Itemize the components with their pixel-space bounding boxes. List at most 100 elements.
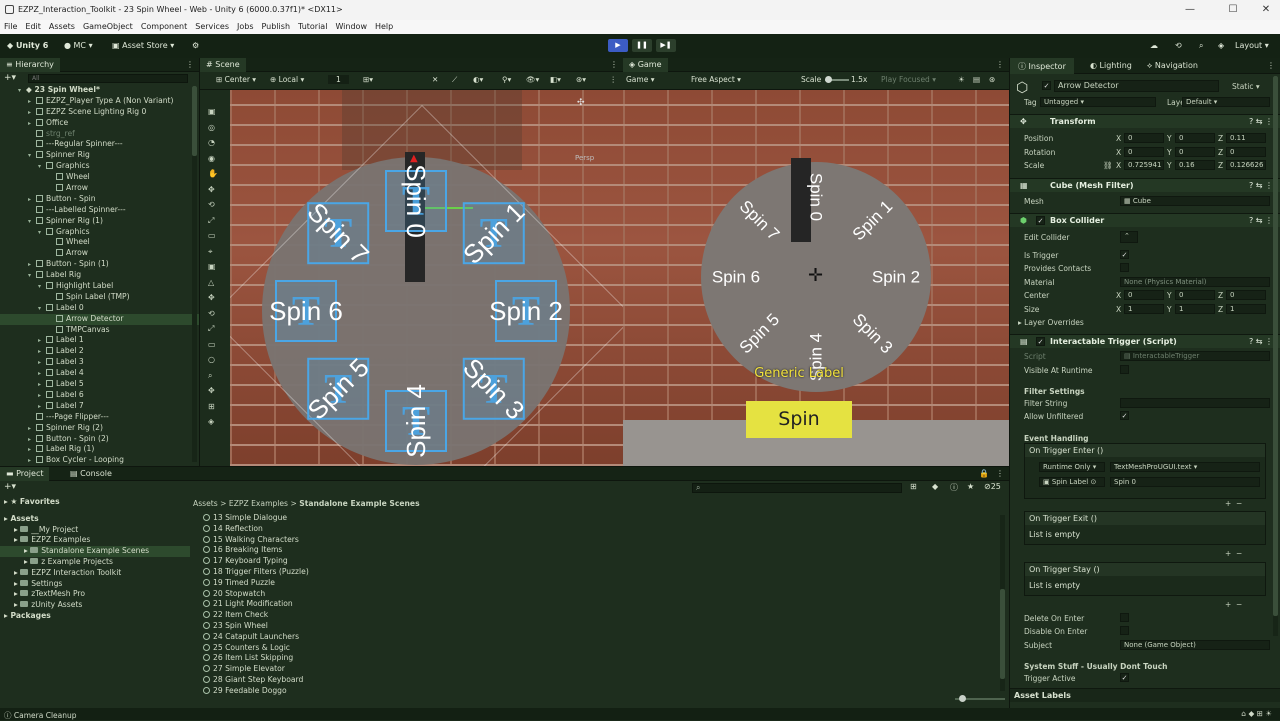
layers-icon[interactable]: ◈ <box>1218 41 1224 50</box>
transform-tools[interactable]: ▣ ◎ ◔ ◉ ✋ ✥ ⟲ ⤢ ▭ ⌖ ▣ △ ✥ ⟲ ⤢ ▭ ○ ⌕ ✥ ⊞ ◈ <box>208 104 218 430</box>
pause-button[interactable]: ❚❚ <box>632 39 652 52</box>
position-z-field[interactable]: 0.11 <box>1226 133 1266 143</box>
hierarchy-item[interactable]: ---Page Flipper--- <box>0 412 199 423</box>
folder-item[interactable]: ▸ zTextMesh Pro <box>0 589 190 600</box>
link-icon[interactable]: ⛓ <box>1103 161 1113 170</box>
scale-x-field[interactable]: 0.725941 <box>1124 160 1164 170</box>
unity-account-button[interactable]: ◆ Unity 6 <box>7 41 48 50</box>
size-z-field[interactable]: 1 <box>1226 304 1266 314</box>
more-icon[interactable]: ⋮ <box>186 60 194 69</box>
asset-labels-bar[interactable]: Asset Labels <box>1010 688 1280 702</box>
filter-string-input[interactable] <box>1120 398 1270 408</box>
interactable-trigger-header[interactable]: ▤ ✓ Interactable Trigger (Script)? ⇆ ⋮ <box>1010 334 1280 348</box>
menu-file[interactable]: File <box>0 20 21 33</box>
hierarchy-item[interactable]: ▾ Graphics <box>0 161 199 172</box>
account-button[interactable]: ● MC ▾ <box>64 41 93 50</box>
component-menu-icon[interactable]: ? ⇆ ⋮ <box>1249 216 1273 225</box>
scene-root[interactable]: ▾ ◆ 23 Spin Wheel* <box>0 85 199 96</box>
more-icon[interactable]: ⋮ <box>1267 61 1275 70</box>
effects-icon[interactable]: ◧▾ <box>550 75 561 84</box>
more-icon[interactable]: ⋮ <box>610 60 618 69</box>
hierarchy-item[interactable]: Arrow <box>0 248 199 259</box>
hierarchy-item[interactable]: ▾ Spinner Rig (1) <box>0 216 199 227</box>
folder-item[interactable]: ▸ EZPZ Examples <box>0 535 190 546</box>
scene-file-item[interactable]: 26 Item List Skipping <box>203 653 993 664</box>
more-icon[interactable]: ⋮ <box>996 60 1004 69</box>
allow-unfiltered-checkbox[interactable]: ✓ <box>1120 411 1129 420</box>
add-event-button[interactable]: + − <box>1225 600 1242 609</box>
scale-z-field[interactable]: 0.126626 <box>1226 160 1266 170</box>
active-checkbox[interactable]: ✓ <box>1042 81 1051 90</box>
spin-button[interactable]: Spin <box>746 401 852 438</box>
hierarchy-search-input[interactable] <box>28 74 188 83</box>
hierarchy-item[interactable]: ▸ EZPZ Scene Lighting Rig 0 <box>0 107 199 118</box>
gizmos-icon[interactable]: ⊛ <box>989 75 995 84</box>
pivot-dropdown[interactable]: ⊞ Center ▾ <box>216 75 256 84</box>
inspector-scrollbar[interactable] <box>1273 76 1278 636</box>
static-dropdown[interactable]: Static ▾ <box>1232 82 1260 91</box>
scene-file-item[interactable]: 25 Counters & Logic <box>203 643 993 654</box>
hierarchy-item[interactable]: strg_ref <box>0 129 199 140</box>
menu-gameobject[interactable]: GameObject <box>79 20 137 33</box>
hierarchy-item[interactable]: ▸ Button - Spin (1) <box>0 259 199 270</box>
box-collider-enabled-checkbox[interactable]: ✓ <box>1036 216 1045 225</box>
audio-icon[interactable]: ☀ <box>958 75 965 84</box>
is-trigger-checkbox[interactable]: ✓ <box>1120 250 1129 259</box>
material-field[interactable]: None (Physics Material) <box>1120 277 1270 287</box>
size-y-field[interactable]: 1 <box>1175 304 1215 314</box>
transform-header[interactable]: ✥ Transform? ⇆ ⋮ <box>1010 114 1280 128</box>
hierarchy-item[interactable]: Wheel <box>0 237 199 248</box>
info-icon[interactable]: ⓘ <box>950 482 958 493</box>
center-x-field[interactable]: 0 <box>1124 290 1164 300</box>
scene-file-item[interactable]: 17 Keyboard Typing <box>203 556 993 567</box>
hierarchy-item[interactable]: ▾ Graphics <box>0 227 199 238</box>
mesh-filter-header[interactable]: ▦ Cube (Mesh Filter)? ⇆ ⋮ <box>1010 178 1280 192</box>
trigger-active-checkbox[interactable]: ✓ <box>1120 673 1129 682</box>
edit-collider-button[interactable]: ⌃ <box>1120 231 1138 243</box>
scene-file-item[interactable]: 19 Timed Puzzle <box>203 578 993 589</box>
menu-services[interactable]: Services <box>191 20 233 33</box>
breadcrumb-current[interactable]: Standalone Example Scenes <box>299 499 419 508</box>
delete-on-enter-checkbox[interactable] <box>1120 613 1129 622</box>
object-name-field[interactable]: Arrow Detector <box>1054 80 1219 92</box>
scene-file-item[interactable]: 15 Walking Characters <box>203 535 993 546</box>
menu-jobs[interactable]: Jobs <box>233 20 258 33</box>
rotation-z-field[interactable]: 0 <box>1226 147 1266 157</box>
lock-icon[interactable]: 🔒 <box>979 469 989 478</box>
menu-tutorial[interactable]: Tutorial <box>294 20 331 33</box>
gizmos-icon[interactable]: ⊛▾ <box>576 75 586 84</box>
hidden-count[interactable]: ⊘25 <box>984 482 1001 491</box>
scene-file-item[interactable]: 18 Trigger Filters (Puzzle) <box>203 567 993 578</box>
component-menu-icon[interactable]: ? ⇆ ⋮ <box>1249 117 1273 126</box>
scene-file-item[interactable]: 20 Stopwatch <box>203 589 993 600</box>
hierarchy-item[interactable]: TMPCanvas <box>0 325 199 336</box>
status-icons[interactable]: ⌂ ◆ ⊞ ☀ <box>1241 709 1272 718</box>
scene-file-item[interactable]: 24 Catapult Launchers <box>203 632 993 643</box>
step-button[interactable]: ▶❚ <box>656 39 676 52</box>
tab-project[interactable]: ▬ Project <box>0 467 50 481</box>
hierarchy-item[interactable]: ▸ Label 1 <box>0 335 199 346</box>
folder-item[interactable]: ▸ zUnity Assets <box>0 600 190 611</box>
history-icon[interactable]: ⟲ <box>1175 41 1182 50</box>
more-icon[interactable]: ⋮ <box>610 75 618 84</box>
folder-item[interactable]: ▸ Standalone Example Scenes <box>0 546 190 557</box>
scene-file-item[interactable]: 22 Item Check <box>203 610 993 621</box>
menu-component[interactable]: Component <box>137 20 191 33</box>
hierarchy-item[interactable]: ---Regular Spinner--- <box>0 139 199 150</box>
layer-dropdown[interactable]: Default ▾ <box>1182 97 1270 107</box>
scene-file-item[interactable]: 28 Giant Step Keyboard <box>203 675 993 686</box>
hierarchy-item[interactable]: ▸ Button - Spin <box>0 194 199 205</box>
close-icon[interactable]: ✕ <box>1259 3 1273 17</box>
snap-increment[interactable]: 1 <box>328 75 349 84</box>
menu-window[interactable]: Window <box>331 20 371 33</box>
tab-console[interactable]: ▤ Console <box>70 469 112 478</box>
scene-file-item[interactable]: 29 Feedable Doggo <box>203 686 993 697</box>
scene-file-item[interactable]: 21 Light Modification <box>203 599 993 610</box>
folder-item[interactable]: ▸ __My Project <box>0 525 190 536</box>
asset-store-button[interactable]: ▣ Asset Store ▾ <box>112 41 174 50</box>
component-menu-icon[interactable]: ? ⇆ ⋮ <box>1249 181 1273 190</box>
rotation-x-field[interactable]: 0 <box>1124 147 1164 157</box>
aspect-dropdown[interactable]: Free Aspect ▾ <box>691 75 741 84</box>
subject-field[interactable]: None (Game Object) <box>1120 640 1270 650</box>
target-object-field[interactable]: ▣ Spin Label ⊙ <box>1039 477 1105 487</box>
